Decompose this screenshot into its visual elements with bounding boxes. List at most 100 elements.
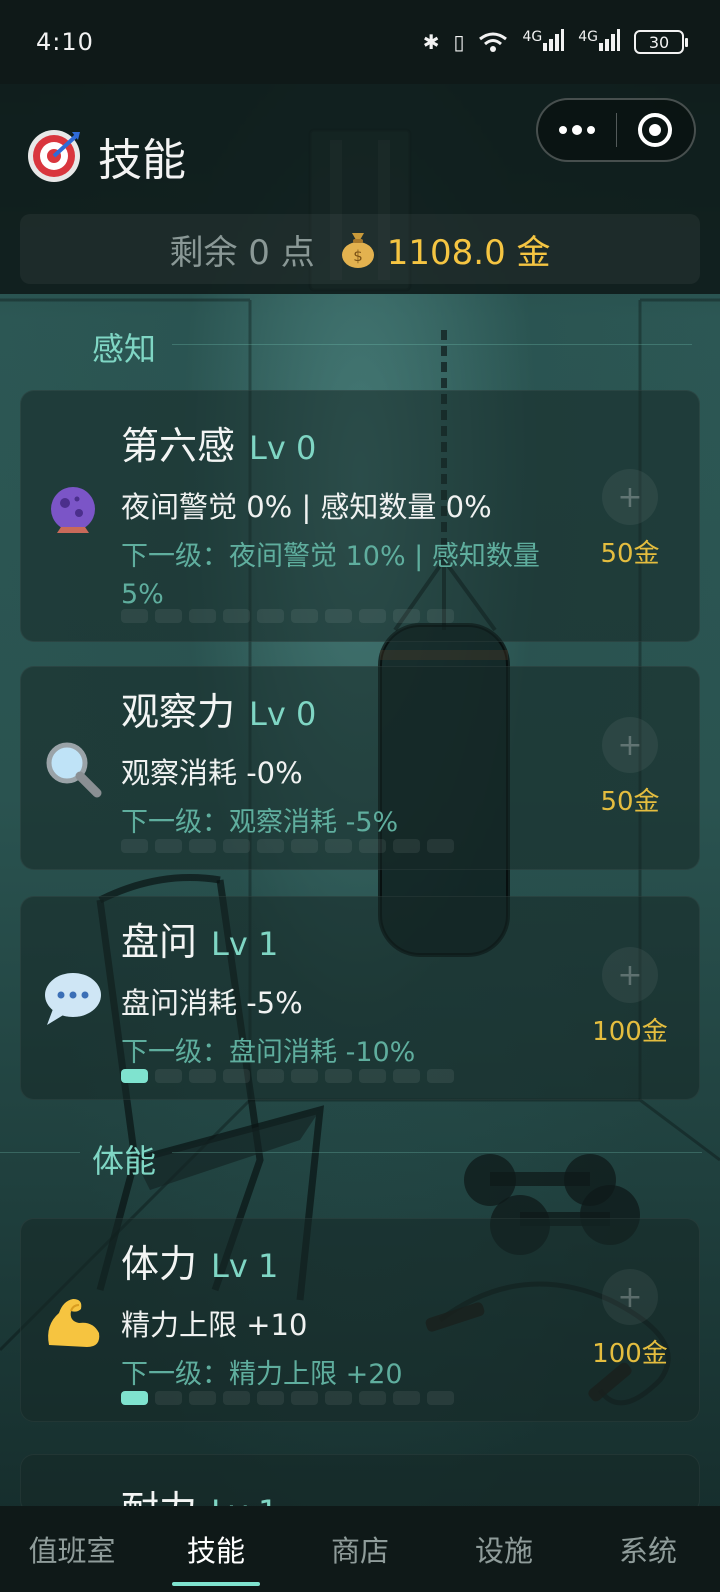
tab-shop[interactable]: 商店 <box>288 1506 432 1592</box>
page-header: 技能 剩余 0 点 $ 1108.0 金 <box>0 84 720 294</box>
skill-name: 盘问 <box>121 920 198 964</box>
progress-segment <box>155 1069 182 1083</box>
progress-segment <box>393 1069 420 1083</box>
skill-progress <box>121 1391 454 1405</box>
progress-segment <box>223 1069 250 1083</box>
progress-segment <box>291 609 318 623</box>
progress-segment <box>223 1391 250 1405</box>
dart-target-icon <box>28 130 80 182</box>
skill-current-effect: 精力上限 +10 <box>121 1308 308 1342</box>
battery-icon: 30 <box>634 30 688 54</box>
progress-segment <box>291 1391 318 1405</box>
progress-segment <box>121 839 148 853</box>
section-divider <box>172 344 692 345</box>
progress-segment <box>427 1391 454 1405</box>
progress-segment <box>155 839 182 853</box>
skill-next-effect: 下一级：精力上限 +20 <box>121 1359 403 1390</box>
skill-level: Lv 1 <box>211 925 279 963</box>
progress-segment <box>427 1069 454 1083</box>
progress-segment <box>359 609 386 623</box>
progress-segment <box>291 1069 318 1083</box>
wifi-icon <box>479 32 508 52</box>
progress-segment <box>257 1391 284 1405</box>
skill-info: 第六感 Lv 0 夜间警觉 0% | 感知数量 0% 下一级：夜间警觉 10% … <box>121 415 571 614</box>
progress-segment <box>189 1069 216 1083</box>
tab-system[interactable]: 系统 <box>576 1506 720 1592</box>
upgrade-cost: 100金 <box>592 1339 668 1369</box>
skill-current-effect: 盘问消耗 -5% <box>121 986 303 1020</box>
money-bag-icon: $ <box>341 233 374 268</box>
title-row: 技能 <box>26 124 186 188</box>
system-status-bar: 4:10 ✱ ▯ 4G 4G 30 <box>0 0 720 84</box>
progress-segment <box>359 839 386 853</box>
progress-segment <box>121 1069 148 1083</box>
skill-current-effect: 观察消耗 -0% <box>121 756 303 790</box>
vibrate-icon: ▯ <box>453 30 465 54</box>
upgrade-control: + 50金 <box>585 717 675 818</box>
skill-next-effect: 下一级：盘问消耗 -10% <box>121 1037 416 1068</box>
skill-card-endurance: 耐力 Lv 1 <box>20 1454 700 1514</box>
upgrade-plus-button[interactable]: + <box>602 947 658 1003</box>
signal-4g-icon: 4G <box>522 28 565 56</box>
more-options-button[interactable] <box>538 100 616 160</box>
progress-segment <box>155 1391 182 1405</box>
progress-segment <box>121 609 148 623</box>
skill-current-effect: 夜间警觉 0% | 感知数量 0% <box>121 490 492 524</box>
more-dots-icon <box>558 124 595 135</box>
skill-info: 盘问 Lv 1 盘问消耗 -5% 下一级：盘问消耗 -10% <box>121 911 571 1072</box>
close-miniprogram-button[interactable] <box>617 100 695 160</box>
remaining-points-label: 剩余 0 点 <box>169 232 315 273</box>
page-title: 技能 <box>98 135 186 186</box>
flexed-bicep-icon <box>48 1299 100 1347</box>
skill-info: 体力 Lv 1 精力上限 +10 下一级：精力上限 +20 <box>121 1233 571 1394</box>
network-type-label: 4G <box>522 28 543 45</box>
network-type-label-2: 4G <box>578 28 598 45</box>
skill-heading: 第六感 Lv 0 <box>121 415 571 470</box>
svg-text:$: $ <box>353 247 363 265</box>
progress-segment <box>257 839 284 853</box>
progress-segment <box>121 1391 148 1405</box>
skill-heading: 观察力 Lv 0 <box>121 681 571 736</box>
crystal-ball-icon <box>51 487 95 533</box>
progress-segment <box>189 1391 216 1405</box>
skill-level: Lv 1 <box>211 1247 279 1285</box>
progress-segment <box>325 1391 352 1405</box>
upgrade-control: + 100金 <box>585 1269 675 1370</box>
progress-segment <box>189 839 216 853</box>
progress-segment <box>257 609 284 623</box>
tab-duty-room[interactable]: 值班室 <box>0 1506 144 1592</box>
upgrade-plus-button[interactable]: + <box>602 469 658 525</box>
skill-card-observation: 观察力 Lv 0 观察消耗 -0% 下一级：观察消耗 -5% + 50金 <box>20 666 700 870</box>
skill-name: 第六感 <box>121 424 236 468</box>
progress-segment <box>155 609 182 623</box>
skill-info: 观察力 Lv 0 观察消耗 -0% 下一级：观察消耗 -5% <box>121 681 571 842</box>
gold-balance: $ 1108.0 金 <box>339 225 551 274</box>
progress-segment <box>291 839 318 853</box>
tab-skills[interactable]: 技能 <box>144 1506 288 1592</box>
speech-bubble-icon <box>45 973 101 1025</box>
status-icons: ✱ ▯ 4G 4G 30 <box>423 28 688 56</box>
status-time: 4:10 <box>36 28 94 56</box>
points-summary-bar: 剩余 0 点 $ 1108.0 金 <box>20 214 700 284</box>
section-divider <box>172 1152 702 1153</box>
progress-segment <box>427 839 454 853</box>
upgrade-control: + 50金 <box>585 469 675 570</box>
tab-facilities[interactable]: 设施 <box>432 1506 576 1592</box>
section-title-physical: 体能 <box>92 1142 157 1180</box>
skill-progress <box>121 1069 454 1083</box>
skill-level: Lv 0 <box>249 695 317 733</box>
skill-card-sixth-sense: 第六感 Lv 0 夜间警觉 0% | 感知数量 0% 下一级：夜间警觉 10% … <box>20 390 700 642</box>
signal-4g-icon-2: 4G <box>578 28 620 56</box>
progress-segment <box>223 839 250 853</box>
skill-card-interrogation: 盘问 Lv 1 盘问消耗 -5% 下一级：盘问消耗 -10% + 100金 <box>20 896 700 1100</box>
upgrade-cost: 50金 <box>600 539 660 569</box>
upgrade-cost: 50金 <box>600 787 660 817</box>
section-title-perception: 感知 <box>92 330 157 368</box>
upgrade-plus-button[interactable]: + <box>602 717 658 773</box>
bottom-tab-bar: 值班室 技能 商店 设施 系统 <box>0 1506 720 1592</box>
upgrade-plus-button[interactable]: + <box>602 1269 658 1325</box>
progress-segment <box>393 839 420 853</box>
magnifier-icon <box>46 742 102 798</box>
progress-segment <box>393 609 420 623</box>
battery-level: 30 <box>648 32 670 52</box>
